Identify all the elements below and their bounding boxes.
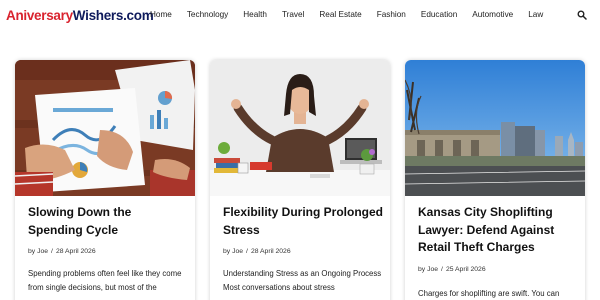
post-title[interactable]: Kansas City Shoplifting Lawyer: Defend A…	[418, 204, 578, 257]
nav-item-travel[interactable]: Travel	[282, 10, 304, 19]
post-by-label: by	[28, 248, 36, 255]
nav-item-law[interactable]: Law	[528, 10, 543, 19]
post-meta: by Joe/28 April 2026	[223, 248, 291, 255]
post-by-label: by	[223, 248, 231, 255]
meta-separator: /	[246, 248, 248, 255]
post-author[interactable]: Joe	[37, 248, 48, 255]
post-card[interactable]: Slowing Down the Spending Cycle by Joe/2…	[15, 60, 195, 300]
nav-item-technology[interactable]: Technology	[187, 10, 228, 19]
post-excerpt: Understanding Stress as an Ongoing Proce…	[223, 269, 382, 292]
nav-item-education[interactable]: Education	[421, 10, 457, 19]
nav-item-automotive[interactable]: Automotive	[472, 10, 513, 19]
post-date: 25 April 2026	[445, 266, 486, 273]
logo-text-part2: Wishers.com	[72, 8, 154, 23]
nav-item-fashion[interactable]: Fashion	[377, 10, 406, 19]
post-date: 28 April 2026	[250, 248, 291, 255]
nav-item-real-estate[interactable]: Real Estate	[319, 10, 361, 19]
post-meta: by Joe/28 April 2026	[28, 248, 96, 255]
post-title[interactable]: Slowing Down the Spending Cycle	[28, 204, 188, 239]
post-author[interactable]: Joe	[232, 248, 243, 255]
site-header: AniversaryWishers.com Home Technology He…	[0, 0, 600, 34]
post-date: 28 April 2026	[55, 248, 96, 255]
meta-separator: /	[51, 248, 53, 255]
post-card[interactable]: Kansas City Shoplifting Lawyer: Defend A…	[405, 60, 585, 300]
post-title[interactable]: Flexibility During Prolonged Stress	[223, 204, 383, 239]
post-meta: by Joe/25 April 2026	[418, 266, 486, 273]
post-image-city-skyline[interactable]	[405, 60, 585, 196]
post-excerpt: Spending problems often feel like they c…	[28, 269, 182, 292]
post-excerpt: Charges for shoplifting are swift. You c…	[418, 289, 560, 298]
search-icon[interactable]	[577, 10, 587, 20]
nav-item-health[interactable]: Health	[243, 10, 267, 19]
meta-separator: /	[441, 266, 443, 273]
post-image-financial-charts[interactable]	[15, 60, 195, 196]
post-author[interactable]: Joe	[427, 266, 438, 273]
main-nav: Home Technology Health Travel Real Estat…	[150, 10, 558, 19]
site-logo[interactable]: AniversaryWishers.com	[6, 8, 154, 23]
logo-text-part1: Aniversary	[6, 8, 73, 23]
post-image-meditation-desk[interactable]	[210, 60, 390, 196]
nav-item-home[interactable]: Home	[150, 10, 172, 19]
post-card[interactable]: Flexibility During Prolonged Stress by J…	[210, 60, 390, 300]
post-by-label: by	[418, 266, 426, 273]
